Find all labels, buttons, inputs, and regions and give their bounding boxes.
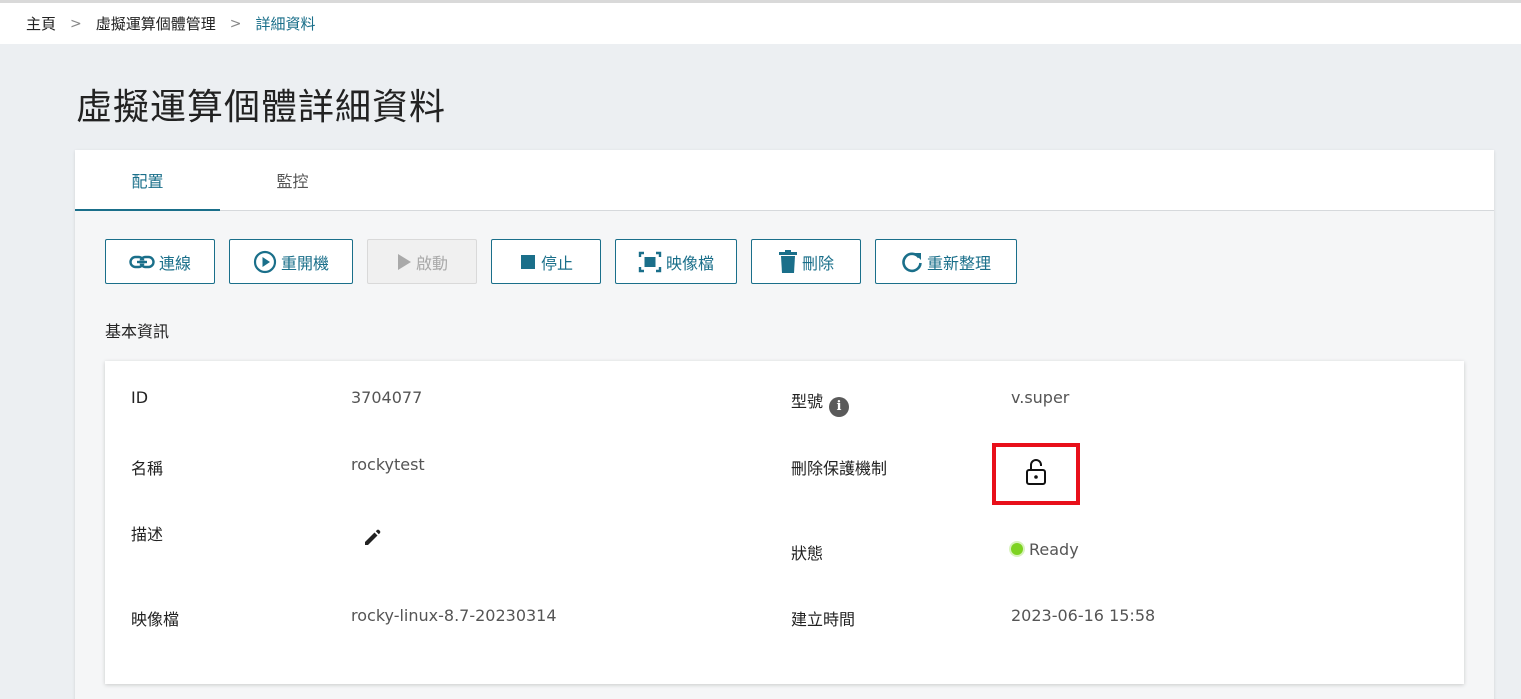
refresh-button[interactable]: 重新整理 [875, 239, 1017, 284]
connect-button[interactable]: 連線 [105, 239, 215, 284]
link-icon [129, 254, 155, 270]
connect-label: 連線 [158, 253, 191, 273]
stop-label: 停止 [540, 253, 573, 273]
reboot-button[interactable]: 重開機 [229, 239, 353, 284]
id-value: 3704077 [351, 388, 423, 407]
breadcrumb: 主頁 > 虛擬運算個體管理 > 詳細資料 [0, 0, 1521, 44]
play-circle-icon [253, 250, 277, 274]
image-frame-icon [638, 251, 662, 273]
breadcrumb-details: 詳細資料 [255, 15, 316, 33]
created-time-value: 2023-06-16 15:58 [1011, 606, 1156, 625]
name-label: 名稱 [131, 459, 164, 478]
trash-icon [778, 249, 798, 274]
basic-info-heading: 基本資訊 [105, 322, 170, 341]
model-label-text: 型號 [791, 392, 824, 411]
breadcrumb-separator: > [229, 15, 242, 32]
action-toolbar: 連線 重開機 啟動 停止 映像檔 刪除 重新整理 [105, 239, 1017, 284]
status-label: 狀態 [791, 544, 824, 563]
info-icon[interactable]: i [829, 396, 850, 417]
start-button[interactable]: 啟動 [367, 239, 477, 284]
pencil-icon[interactable] [363, 529, 381, 551]
tab-configuration[interactable]: 配置 [75, 150, 220, 211]
breadcrumb-instance-management[interactable]: 虛擬運算個體管理 [96, 13, 216, 34]
detail-panel: 配置 監控 連線 重開機 啟動 停止 映像檔 刪除 重新整理 基本資訊 ID 3… [75, 150, 1494, 699]
stop-icon [519, 253, 537, 271]
delete-protection-label: 刪除保護機制 [791, 459, 888, 478]
refresh-label: 重新整理 [926, 253, 991, 273]
id-label: ID [131, 388, 149, 407]
refresh-icon [901, 251, 923, 273]
delete-label: 刪除 [801, 253, 834, 273]
image-button[interactable]: 映像檔 [615, 239, 737, 284]
reboot-label: 重開機 [280, 253, 329, 273]
breadcrumb-home[interactable]: 主頁 [26, 13, 56, 34]
model-label: 型號 i [791, 388, 850, 417]
name-value: rockytest [351, 455, 425, 474]
breadcrumb-separator: > [70, 15, 82, 32]
status-ready-icon [1011, 543, 1023, 555]
play-icon [396, 253, 412, 271]
model-value: v.super [1011, 388, 1070, 407]
status-value: Ready [1011, 540, 1079, 559]
delete-button[interactable]: 刪除 [751, 239, 861, 284]
page-title: 虛擬運算個體詳細資料 [76, 87, 447, 128]
basic-info-card: ID 3704077 名稱 rockytest 描述 映像檔 rocky-lin… [105, 361, 1464, 684]
status-text: Ready [1029, 540, 1079, 559]
created-time-label: 建立時間 [791, 610, 856, 629]
tab-monitoring[interactable]: 監控 [220, 150, 365, 210]
image-label: 映像檔 [131, 610, 180, 629]
image-value: rocky-linux-8.7-20230314 [351, 606, 557, 625]
stop-button[interactable]: 停止 [491, 239, 601, 284]
image-label: 映像檔 [665, 253, 714, 273]
delete-protection-highlight [992, 443, 1080, 505]
description-label: 描述 [131, 525, 164, 544]
tab-bar: 配置 監控 [75, 150, 1494, 211]
unlock-icon[interactable] [1025, 458, 1047, 490]
start-label: 啟動 [415, 253, 448, 273]
